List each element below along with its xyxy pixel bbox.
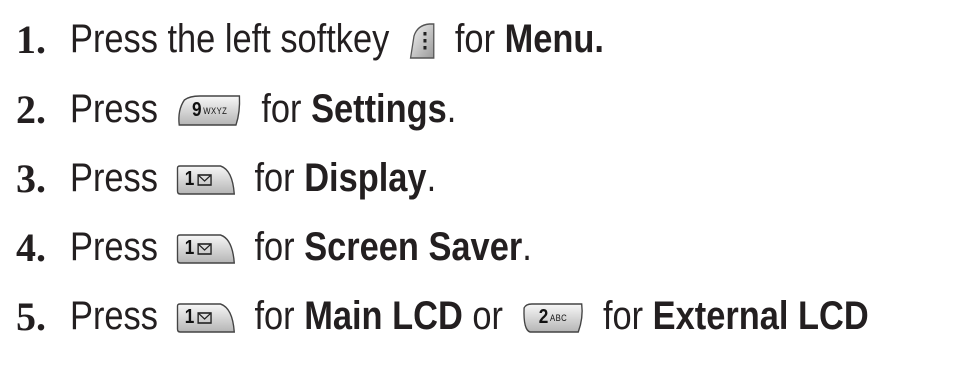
step-text: Press 1 for Display. bbox=[70, 156, 436, 201]
key-1-icon: 1 bbox=[176, 233, 236, 265]
instruction-steps: 1. Press the left softkey for Menu. 2. P… bbox=[0, 0, 954, 369]
step-for: for bbox=[602, 293, 644, 338]
step-text: Press 9 WXYZ for Settings. bbox=[70, 87, 456, 132]
step-number: 5. bbox=[16, 293, 46, 339]
key-label: 1 bbox=[184, 237, 195, 260]
screen-saver-label: Screen Saver bbox=[304, 224, 523, 269]
step-or: or bbox=[472, 293, 503, 338]
key-1-icon: 1 bbox=[176, 164, 236, 196]
step-for: for bbox=[254, 293, 295, 338]
step-number: 2. bbox=[16, 86, 46, 132]
step-period: . bbox=[522, 224, 532, 269]
step-text: Press the left softkey for Menu. bbox=[70, 17, 604, 62]
key-2-icon: 2 ABC bbox=[521, 302, 585, 334]
external-lcd-label: External LCD bbox=[652, 293, 869, 338]
step-3: 3. Press 1 for Display. bbox=[16, 148, 496, 208]
step-instruction: Press bbox=[70, 293, 158, 338]
main-lcd-label: Main LCD bbox=[304, 293, 463, 338]
step-period: . bbox=[446, 86, 457, 131]
step-instruction: Press the left softkey bbox=[70, 16, 390, 61]
step-for: for bbox=[254, 224, 295, 269]
step-period: . bbox=[426, 155, 437, 200]
step-for: for bbox=[261, 86, 302, 131]
left-softkey-icon bbox=[407, 22, 436, 60]
key-label: 2 ABC bbox=[538, 306, 568, 329]
step-text: Press 1 for Main LCD or 2 ABC for Extern… bbox=[70, 294, 869, 339]
step-number: 3. bbox=[16, 155, 46, 201]
step-2: 2. Press 9 WXYZ for Settings. bbox=[16, 79, 519, 139]
step-1: 1. Press the left softkey for Menu. bbox=[16, 9, 691, 69]
step-4: 4. Press 1 for Screen Saver. bbox=[16, 217, 607, 277]
step-number: 1. bbox=[16, 16, 46, 62]
step-for: for bbox=[254, 155, 295, 200]
step-text: Press 1 for Screen Saver. bbox=[70, 225, 532, 270]
step-5: 5. Press 1 for Main LCD or 2 ABC for Ext… bbox=[16, 286, 954, 346]
key-label: 9 WXYZ bbox=[191, 99, 228, 122]
key-label: 1 bbox=[184, 168, 195, 191]
menu-label: Menu. bbox=[504, 16, 604, 61]
step-instruction: Press bbox=[70, 155, 158, 200]
display-label: Display bbox=[304, 155, 427, 200]
key-label: 1 bbox=[184, 306, 195, 329]
key-9-icon: 9 WXYZ bbox=[176, 94, 243, 128]
key-1-icon: 1 bbox=[176, 302, 236, 334]
step-instruction: Press bbox=[70, 224, 158, 269]
step-number: 4. bbox=[16, 224, 46, 270]
step-for: for bbox=[454, 16, 496, 61]
settings-label: Settings bbox=[311, 86, 447, 131]
step-instruction: Press bbox=[70, 86, 158, 131]
